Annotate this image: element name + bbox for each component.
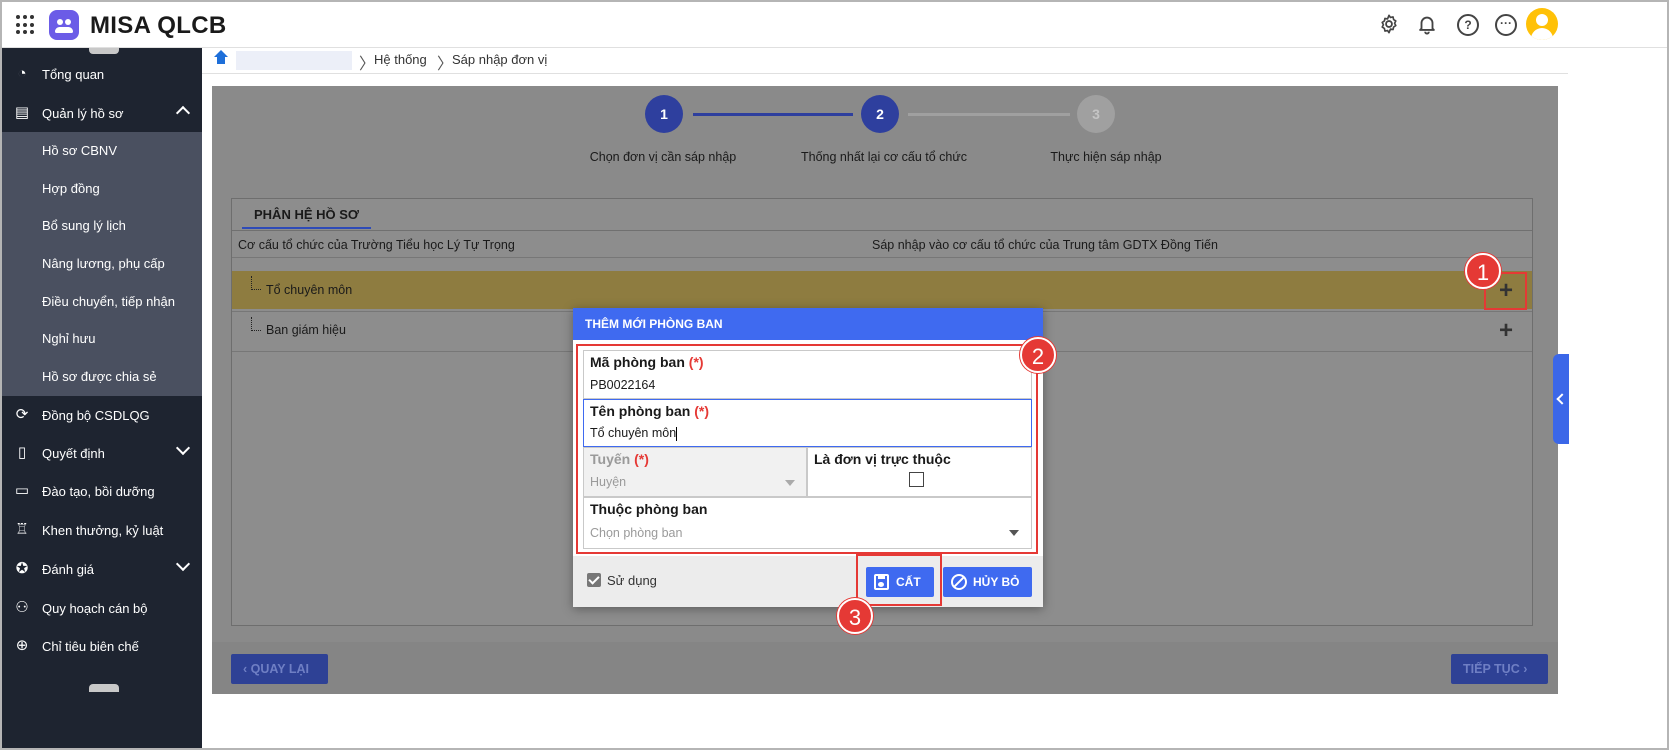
button-label: HỦY BỎ (973, 575, 1020, 589)
table-row-highlighted[interactable] (232, 271, 1532, 309)
step-connector (908, 113, 1070, 116)
tab-underline (232, 230, 1532, 231)
chevron-right-icon: › (1519, 662, 1528, 676)
help-icon[interactable]: ? (1457, 14, 1479, 36)
sidebar-subitem-salary[interactable]: Nâng lương, phụ cấp (2, 245, 202, 283)
breadcrumb-item-system[interactable]: Hệ thống (374, 52, 427, 67)
annotation-marker-1: 1 (1465, 253, 1501, 289)
brand-name: MISA QLCB (90, 12, 227, 39)
breadcrumb-separator: 〉 (437, 56, 454, 73)
annotation-box-2 (576, 344, 1038, 554)
ban-icon (951, 574, 967, 590)
more-icon[interactable]: ··· (1495, 14, 1517, 36)
step-3-circle: 3 (1077, 95, 1115, 133)
id-card-icon: ▤ (14, 104, 30, 121)
sidebar-item-evaluation[interactable]: ✪ Đánh giá (2, 550, 202, 588)
step-1-label: Chọn đơn vị cần sáp nhập (589, 150, 737, 164)
scroll-down-handle[interactable] (89, 684, 119, 692)
sidebar-subitem-resume[interactable]: Bổ sung lý lịch (2, 207, 202, 245)
column-header-target: Sáp nhập vào cơ cấu tổ chức của Trung tâ… (872, 238, 1218, 252)
top-bar: MISA QLCB ? ··· (2, 2, 1667, 48)
tab-profile-module[interactable]: PHÂN HỆ HỒ SƠ (242, 205, 371, 229)
column-header-source: Cơ cấu tổ chức của Trường Tiểu học Lý Tự… (238, 238, 515, 252)
gear-icon[interactable] (1378, 13, 1400, 35)
award-icon: ✪ (15, 560, 29, 577)
users-icon: ⚇ (15, 599, 29, 616)
target-icon: ⊕ (15, 637, 29, 654)
step-1-circle: 1 (645, 95, 683, 133)
collapse-panel-tab[interactable] (1553, 354, 1569, 444)
next-button[interactable]: TIẾP TỤC › (1451, 654, 1548, 684)
add-department-icon[interactable]: + (1496, 319, 1516, 343)
sidebar-subitem-transfer[interactable]: Điều chuyển, tiếp nhận (2, 283, 202, 321)
sidebar-subitem-contract[interactable]: Hợp đồng (2, 170, 202, 208)
sync-icon: ⟳ (15, 406, 29, 423)
tree-connector (251, 276, 261, 290)
use-label: Sử dụng (607, 573, 657, 588)
chevron-up-icon (175, 105, 191, 121)
annotation-marker-3: 3 (837, 598, 873, 634)
sidebar-item-reward[interactable]: ♖ Khen thưởng, kỷ luật (2, 511, 202, 549)
tree-connector (251, 317, 261, 331)
sidebar: ◔ Tổng quan ▤ Quản lý hồ sơ Hồ sơ CBNV H… (2, 48, 202, 748)
document-icon: ▯ (17, 444, 27, 461)
sidebar-item-planning[interactable]: ⚇ Quy hoạch cán bộ (2, 589, 202, 627)
presentation-icon: ▭ (14, 482, 30, 499)
home-icon[interactable] (214, 50, 228, 66)
use-checkbox[interactable] (587, 573, 601, 587)
annotation-marker-2: 2 (1020, 337, 1056, 373)
dialog-title: THÊM MỚI PHÒNG BAN (573, 308, 1043, 340)
chevron-down-icon (175, 556, 191, 572)
sidebar-subitem-retirement[interactable]: Nghỉ hưu (2, 320, 202, 358)
trophy-icon: ♖ (15, 521, 29, 538)
step-3-label: Thực hiện sáp nhập (1050, 150, 1162, 164)
logo-icon (49, 10, 79, 40)
breadcrumb-unit-placeholder (236, 51, 352, 70)
app-window: MISA QLCB ? ··· ◔ Tổng quan ▤ Quản lý hồ… (0, 0, 1669, 750)
step-2-circle: 2 (861, 95, 899, 133)
sidebar-item-overview[interactable]: ◔ Tổng quan (2, 55, 202, 93)
chevron-left-icon: ‹ (243, 662, 251, 676)
back-button[interactable]: ‹ QUAY LẠI (231, 654, 328, 684)
avatar[interactable] (1526, 8, 1558, 40)
pie-chart-icon: ◔ (17, 65, 27, 82)
annotation-box-3 (856, 554, 942, 606)
sidebar-item-decision[interactable]: ▯ Quyết định (2, 434, 202, 472)
sidebar-item-training[interactable]: ▭ Đào tạo, bồi dưỡng (2, 472, 202, 510)
breadcrumb: 〉 Hệ thống 〉 Sáp nhập đơn vị (202, 48, 1568, 74)
sidebar-item-quota[interactable]: ⊕ Chỉ tiêu biên chế (2, 627, 202, 665)
tree-item-label: Ban giám hiệu (266, 323, 346, 337)
breadcrumb-item-merge: Sáp nhập đơn vị (452, 52, 548, 67)
sidebar-item-profile-management[interactable]: ▤ Quản lý hồ sơ (2, 94, 202, 132)
breadcrumb-separator: 〉 (359, 56, 376, 73)
bell-icon[interactable] (1416, 13, 1438, 35)
wizard-footer: ‹ QUAY LẠI TIẾP TỤC › (212, 642, 1558, 694)
tree-item-label: Tổ chuyên môn (266, 283, 353, 297)
dialog-footer: Sử dụng CẤT HỦY BỎ (573, 556, 1043, 607)
sidebar-submenu: Hồ sơ CBNV Hợp đồng Bổ sung lý lịch Nâng… (2, 132, 202, 396)
apps-grid-icon[interactable] (16, 15, 36, 35)
chevron-down-icon (175, 440, 191, 456)
sidebar-subitem-shared[interactable]: Hồ sơ được chia sẻ (2, 358, 202, 396)
sidebar-item-sync[interactable]: ⟳ Đồng bộ CSDLQG (2, 396, 202, 434)
row-divider (232, 257, 1532, 258)
sidebar-subitem-staff-profile[interactable]: Hồ sơ CBNV (2, 132, 202, 170)
cancel-button[interactable]: HỦY BỎ (943, 567, 1032, 597)
step-2-label: Thống nhất lại cơ cấu tổ chức (801, 150, 967, 164)
step-connector (693, 113, 853, 116)
scroll-up-handle[interactable] (89, 48, 119, 54)
